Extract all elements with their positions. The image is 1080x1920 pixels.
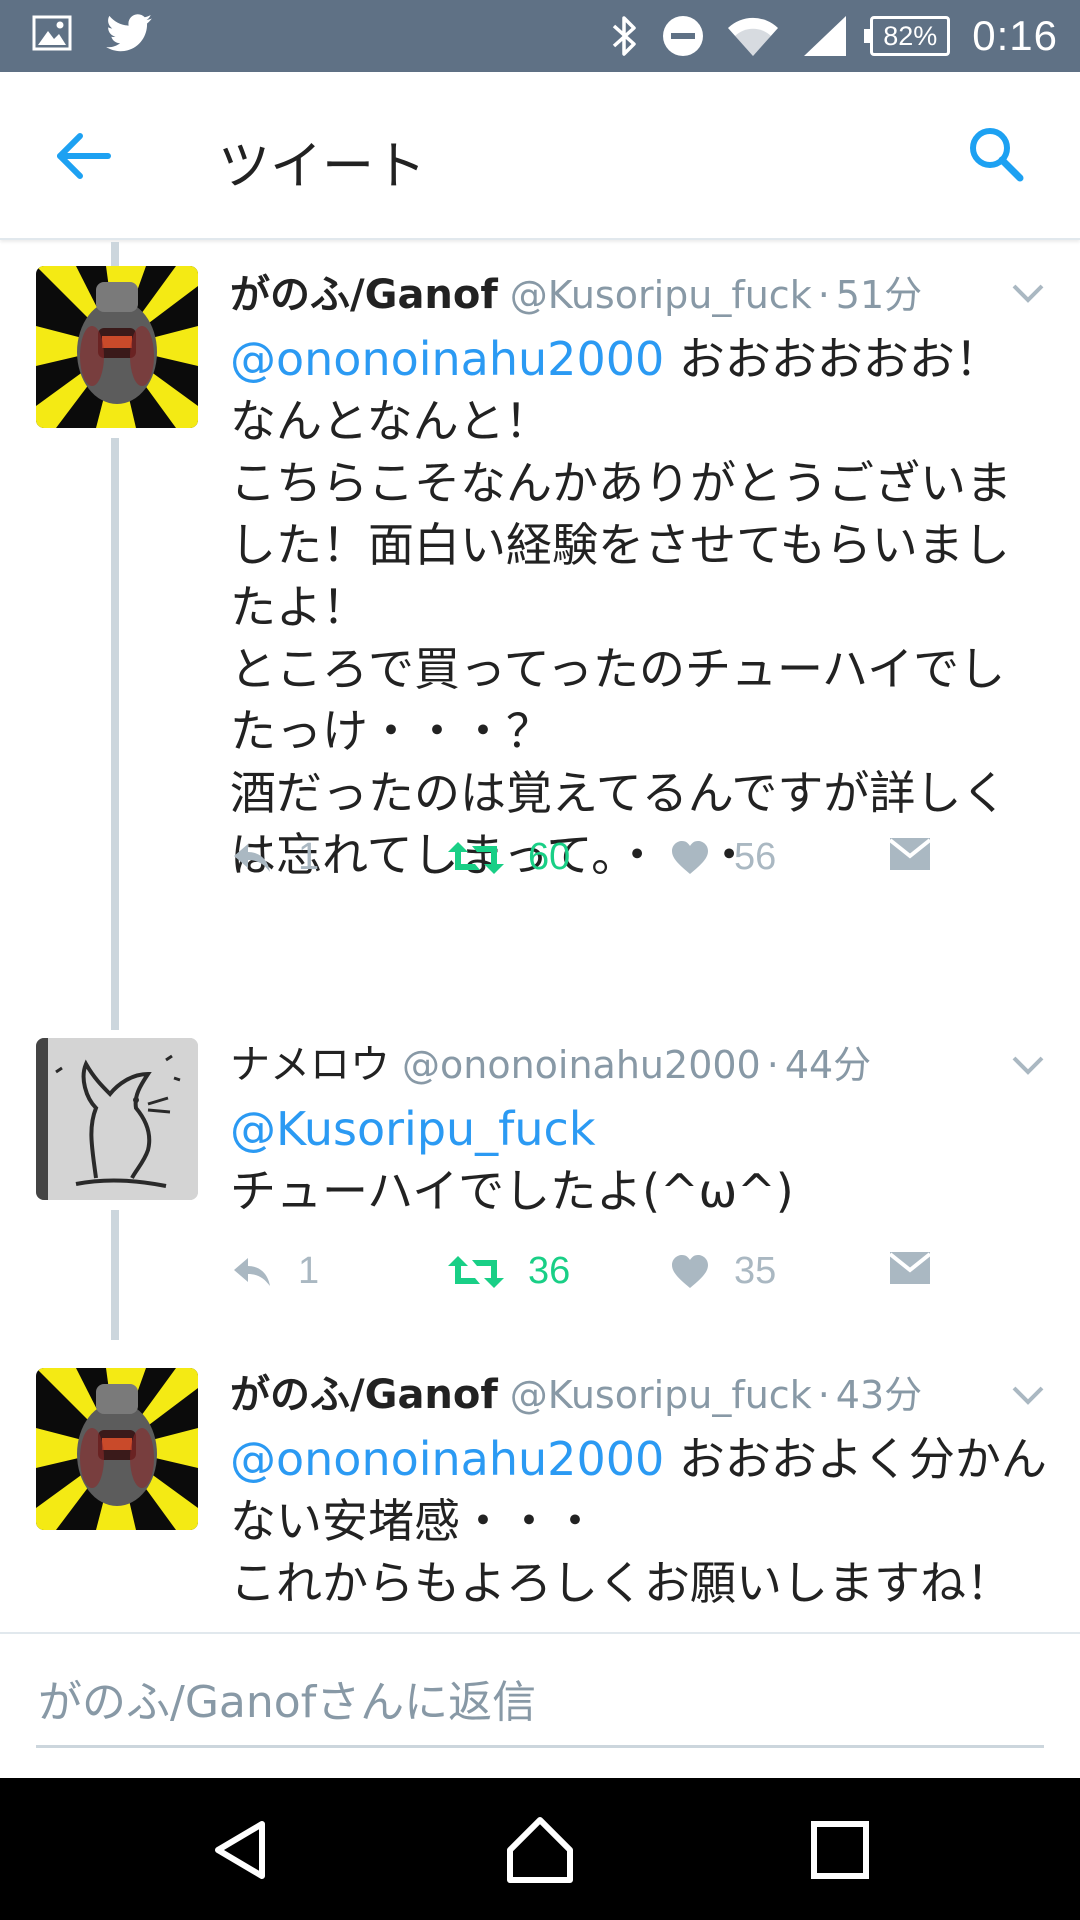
- back-triangle-icon: [215, 1821, 265, 1879]
- retweet-button[interactable]: 36: [448, 1250, 570, 1293]
- tweet-content: チューハイでしたよ(^ω^): [230, 1164, 794, 1218]
- twitter-icon: [106, 14, 152, 52]
- tweet-actions: 1 36 35: [230, 1250, 1050, 1312]
- header-separator: ·: [817, 273, 830, 317]
- bluetooth-icon: [613, 16, 636, 56]
- system-nav-bar: [0, 1778, 1080, 1920]
- reply-count: 1: [298, 1250, 320, 1292]
- status-bar: 82% 0:16: [0, 0, 1080, 72]
- reply-count: 1: [298, 836, 320, 878]
- tweet-text: @Kusoripu_fuck チューハイでしたよ(^ω^): [230, 1098, 1050, 1222]
- envelope-icon: [888, 1252, 932, 1284]
- reply-composer: がのふ/Ganofさんに返信: [0, 1632, 1080, 1778]
- like-button[interactable]: 35: [670, 1250, 776, 1293]
- signal-icon: [804, 16, 847, 56]
- battery-level: 82%: [883, 21, 938, 51]
- battery-icon: 82%: [864, 16, 951, 56]
- tweet-body: がのふ/Ganof @Kusoripu_fuck · 43分 @ononoina…: [230, 1362, 1050, 1614]
- avatar[interactable]: [36, 1368, 198, 1530]
- reply-icon: [234, 843, 270, 872]
- header-separator: ·: [817, 1373, 830, 1417]
- avatar[interactable]: [36, 266, 198, 428]
- heart-icon: [672, 1254, 708, 1288]
- header-separator: ·: [766, 1043, 779, 1087]
- tweet-text: @ononoinahu2000 おおおよく分かんない安堵感・・・ これからもよろ…: [230, 1428, 1050, 1614]
- envelope-icon: [888, 838, 932, 870]
- nav-home-button[interactable]: [500, 1810, 580, 1890]
- retweet-count: 60: [528, 836, 571, 878]
- page-title: ツイート: [218, 137, 427, 197]
- heart-icon: [672, 840, 708, 874]
- app-bar: ツイート: [0, 72, 1080, 240]
- tweet-body: がのふ/Ganof @Kusoripu_fuck · 51分 @ononoina…: [230, 262, 1050, 898]
- arrow-left-icon: [57, 133, 111, 179]
- tweet-actions: 1 60 56: [230, 836, 1050, 898]
- do-not-disturb-icon: [663, 16, 704, 56]
- tweet-time: 51分: [835, 273, 923, 317]
- like-button[interactable]: 56: [670, 836, 776, 879]
- author-name[interactable]: ナメロウ: [230, 1032, 390, 1090]
- direct-message-button[interactable]: [888, 836, 932, 872]
- author-handle[interactable]: @Kusoripu_fuck: [510, 1373, 812, 1417]
- author-handle[interactable]: @Kusoripu_fuck: [510, 273, 812, 317]
- avatar[interactable]: [36, 1038, 198, 1200]
- tweet-header: がのふ/Ganof @Kusoripu_fuck · 43分: [230, 1362, 1050, 1428]
- tweet-time: 43分: [835, 1373, 923, 1417]
- retweet-icon: [448, 1255, 504, 1288]
- mention-link[interactable]: @Kusoripu_fuck: [230, 1102, 595, 1156]
- tweet-time: 44分: [784, 1043, 872, 1087]
- search-button[interactable]: [964, 122, 1028, 186]
- search-icon: [970, 128, 1024, 182]
- tweet-text: @ononoinahu2000 おおおおおお！ なんとなんと！ こちらこそなんか…: [230, 328, 1050, 882]
- back-button[interactable]: [52, 124, 116, 188]
- reply-input[interactable]: がのふ/Ganofさんに返信: [36, 1658, 1044, 1748]
- tweet-content: おおおおおお！ なんとなんと！ こちらこそなんかありがとうございました！面白い経…: [230, 332, 1012, 882]
- thread-connector: [111, 242, 119, 266]
- author-name[interactable]: がのふ/Ganof: [230, 1362, 498, 1420]
- like-count: 56: [734, 836, 777, 878]
- clock: 0:16: [972, 12, 1058, 59]
- retweet-button[interactable]: 60: [448, 836, 570, 879]
- reply-button[interactable]: 1: [230, 836, 319, 879]
- author-handle[interactable]: @ononoinahu2000: [402, 1043, 761, 1087]
- direct-message-button[interactable]: [888, 1250, 932, 1286]
- wifi-icon: [728, 17, 779, 57]
- tweet-body: ナメロウ @ononoinahu2000 · 44分 @Kusoripu_fuc…: [230, 1032, 1050, 1312]
- reply-icon: [234, 1257, 270, 1286]
- mention-link[interactable]: @ononoinahu2000: [230, 1432, 664, 1486]
- nav-back-button[interactable]: [202, 1810, 282, 1890]
- tweet-header: ナメロウ @ononoinahu2000 · 44分: [230, 1032, 1050, 1098]
- author-name[interactable]: がのふ/Ganof: [230, 262, 498, 320]
- thread-connector: [111, 1210, 119, 1340]
- retweet-icon: [448, 841, 504, 874]
- retweet-count: 36: [528, 1250, 571, 1292]
- home-icon: [507, 1817, 573, 1883]
- recents-icon: [811, 1821, 869, 1879]
- thread-connector: [111, 438, 119, 1030]
- like-count: 35: [734, 1250, 777, 1292]
- image-icon: [32, 15, 72, 51]
- nav-recents-button[interactable]: [800, 1810, 880, 1890]
- tweet-header: がのふ/Ganof @Kusoripu_fuck · 51分: [230, 262, 1050, 328]
- tweet-timeline[interactable]: がのふ/Ganof @Kusoripu_fuck · 51分 @ononoina…: [0, 242, 1080, 1632]
- mention-link[interactable]: @ononoinahu2000: [230, 332, 664, 386]
- reply-button[interactable]: 1: [230, 1250, 319, 1293]
